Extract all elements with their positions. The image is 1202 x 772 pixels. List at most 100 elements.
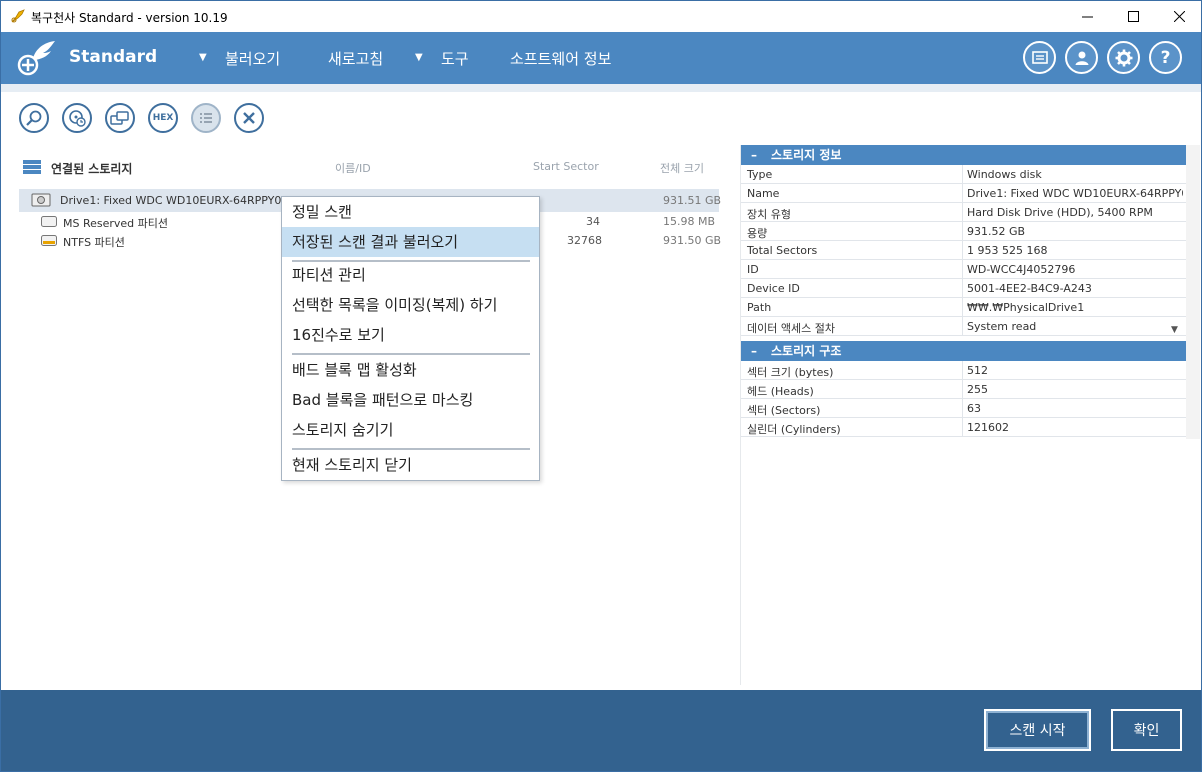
close-icon [243,112,255,124]
storage-info-row: Name Drive1: Fixed WDC WD10EURX-64RPPY0 (… [741,184,1186,203]
hex-view-tool-button[interactable]: HEX [148,103,178,133]
storage-info-row: 데이터 액세스 절차 System read [741,317,1186,336]
column-divider [962,279,963,298]
clone-tool-button[interactable] [105,103,135,133]
column-divider [962,222,963,241]
storage-structure-row: 섹터 (Sectors) 63 [741,399,1186,418]
list-tool-button[interactable] [191,103,221,133]
help-icon: ? [1160,47,1171,68]
property-key: Total Sectors [747,244,818,257]
dropdown-arrow-icon[interactable]: ▼ [1171,325,1178,335]
footer-bar: 스캔 시작 확인 [1,690,1201,771]
column-divider [962,399,963,418]
license-button[interactable] [1023,41,1056,74]
app-window: 복구천사 Standard - version 10.19 Standard ▼… [0,0,1202,772]
disk-scan-tool-button[interactable] [62,103,92,133]
storage-structure-row: 섹터 크기 (bytes) 512 [741,361,1186,380]
property-key: 장치 유형 [747,208,791,221]
property-value: Hard Disk Drive (HDD), 5400 RPM [967,206,1153,219]
partition-start-sector: 32768 [567,234,602,247]
storage-info-row: ID WD-WCC4J4052796 [741,260,1186,279]
property-value: 255 [967,383,988,396]
column-header-total-size[interactable]: 전체 크기 [660,160,704,176]
column-divider [962,298,963,317]
property-value: Windows disk [967,168,1042,181]
partition-name: NTFS 파티션 [63,236,125,249]
ntfs-partition-icon [41,235,57,246]
close-icon [1173,11,1185,22]
context-menu: 정밀 스캔 저장된 스캔 결과 불러오기 파티션 관리 선택한 목록을 이미징(… [281,196,540,481]
ctx-item-close-storage[interactable]: 현재 스토리지 닫기 [282,450,539,480]
column-divider [962,361,963,380]
ctx-item-partition-manage[interactable]: 파티션 관리 [282,260,539,290]
help-button[interactable]: ? [1149,41,1182,74]
storage-stack-icon [23,160,41,174]
column-header-start-sector[interactable]: Start Sector [533,160,599,173]
minimize-button[interactable] [1064,1,1110,32]
close-storage-tool-button[interactable] [234,103,264,133]
property-key: Name [747,187,780,200]
minimize-icon [1081,16,1093,18]
column-divider [962,317,963,336]
column-divider [962,184,963,203]
storage-structure-row: 헤드 (Heads) 255 [741,380,1186,399]
ctx-item-mask-bad-blocks[interactable]: Bad 블록을 패턴으로 마스킹 [282,385,539,415]
window-title: 복구천사 Standard - version 10.19 [31,11,228,25]
ok-button[interactable]: 확인 [1111,709,1182,751]
collapse-icon: – [751,148,757,162]
property-key: 데이터 액세스 절차 [747,322,835,335]
angel-wing-logo-icon [17,41,55,76]
drive-name: Drive1: Fixed WDC WD10EURX-64RPPY0 (SAT [60,194,310,207]
property-key: 실린더 (Cylinders) [747,423,841,436]
section-title: 스토리지 구조 [771,344,842,358]
property-key: Path [747,301,772,314]
storage-structure-header[interactable]: – 스토리지 구조 [741,341,1186,361]
column-divider [962,241,963,260]
brand-label: Standard [69,47,158,67]
property-key: 용량 [747,227,768,240]
menu-load[interactable]: 불러오기 [225,48,280,69]
main-toolbar: Standard ▼ 불러오기 새로고침 ▼ 도구 소프트웨어 정보 ? [1,32,1201,84]
maximize-icon [1127,11,1139,22]
account-icon [1075,51,1088,65]
property-key: 섹터 (Sectors) [747,404,821,417]
partition-icon [41,216,57,227]
ctx-item-hex-view[interactable]: 16진수로 보기 [282,320,539,350]
chevron-down-icon: ▼ [415,52,423,63]
search-tool-button[interactable] [19,103,49,133]
menu-software-info[interactable]: 소프트웨어 정보 [510,48,611,69]
storage-info-row: 용량 931.52 GB [741,222,1186,241]
storage-info-header[interactable]: – 스토리지 정보 [741,145,1186,165]
storage-info-panel: – 스토리지 정보 Type Windows disk Name Drive1: Fix… [741,145,1187,439]
column-divider [962,260,963,279]
menu-refresh[interactable]: 새로고침 [328,48,383,69]
ctx-item-deep-scan[interactable]: 정밀 스캔 [282,197,539,227]
property-value: 1 953 525 168 [967,244,1048,257]
search-icon [26,110,42,126]
start-scan-button[interactable]: 스캔 시작 [984,709,1091,751]
property-value: 5001-4EE2-B4C9-A243 [967,282,1092,295]
account-button[interactable] [1065,41,1098,74]
menu-tools[interactable]: 도구 [441,48,469,69]
drive-size: 931.51 GB [663,194,722,207]
column-divider [962,203,963,222]
maximize-button[interactable] [1110,1,1156,32]
title-bar: 복구천사 Standard - version 10.19 [1,1,1201,32]
storage-structure-row: 실린더 (Cylinders) 121602 [741,418,1186,437]
column-header-name-id[interactable]: 이름/ID [335,160,371,176]
section-title: 스토리지 정보 [771,148,842,162]
property-value: System read [967,320,1037,333]
ctx-item-load-saved-scan[interactable]: 저장된 스캔 결과 불러오기 [282,227,539,257]
settings-button[interactable] [1107,41,1140,74]
storage-list-title: 연결된 스토리지 [51,162,133,176]
info-panel-scrollbar[interactable] [1186,145,1200,439]
partition-start-sector: 34 [586,215,600,228]
property-value: 121602 [967,421,1009,434]
ctx-item-hide-storage[interactable]: 스토리지 숨기기 [282,415,539,445]
ctx-item-image-clone[interactable]: 선택한 목록을 이미징(복제) 하기 [282,290,539,320]
window-close-button[interactable] [1156,1,1201,32]
storage-info-row: Device ID 5001-4EE2-B4C9-A243 [741,279,1186,298]
ctx-item-bad-block-map[interactable]: 배드 블록 맵 활성화 [282,355,539,385]
property-key: Device ID [747,282,800,295]
settings-icon [1115,49,1132,66]
